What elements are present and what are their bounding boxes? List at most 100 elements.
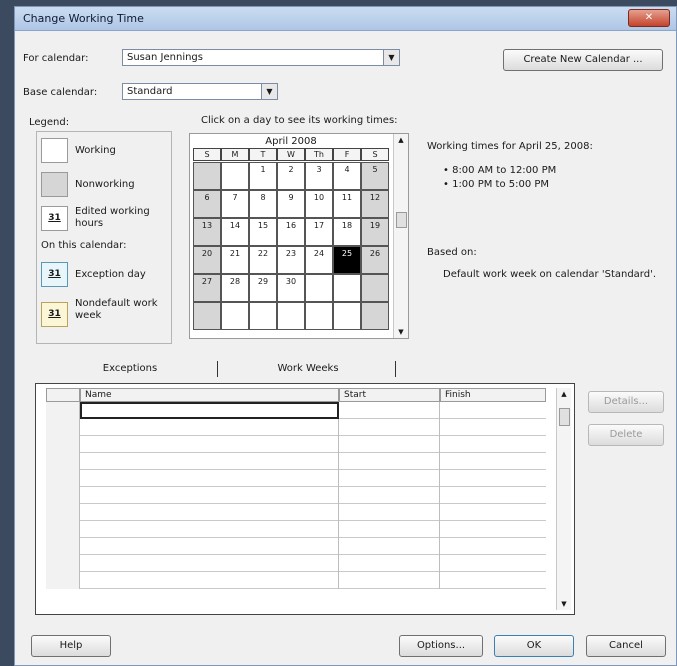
tab-exceptions[interactable]: Exceptions xyxy=(55,359,205,379)
column-header-finish[interactable]: Finish xyxy=(440,388,546,402)
table-cell[interactable] xyxy=(80,419,339,436)
for-calendar-combo[interactable]: Susan Jennings ▼ xyxy=(122,49,400,66)
delete-button[interactable]: Delete xyxy=(588,424,664,446)
details-button[interactable]: Details... xyxy=(588,391,664,413)
calendar-day[interactable]: 19 xyxy=(361,218,389,246)
column-header-name[interactable]: Name xyxy=(80,388,339,402)
table-cell[interactable] xyxy=(440,419,546,436)
table-row[interactable] xyxy=(46,402,546,419)
table-cell[interactable] xyxy=(80,470,339,487)
calendar-day[interactable]: 6 xyxy=(193,190,221,218)
table-row[interactable] xyxy=(46,470,546,487)
calendar-day[interactable]: 25 xyxy=(333,246,361,274)
column-header-start[interactable]: Start xyxy=(339,388,440,402)
calendar-day[interactable]: 20 xyxy=(193,246,221,274)
calendar-day[interactable]: 8 xyxy=(249,190,277,218)
table-row[interactable] xyxy=(46,436,546,453)
table-row[interactable] xyxy=(46,521,546,538)
calendar-day[interactable]: 22 xyxy=(249,246,277,274)
table-row[interactable] xyxy=(46,572,546,589)
options-button[interactable]: Options... xyxy=(399,635,483,657)
table-cell[interactable] xyxy=(440,453,546,470)
table-cell[interactable] xyxy=(339,572,440,589)
calendar-day[interactable]: 4 xyxy=(333,162,361,190)
calendar-day[interactable]: 23 xyxy=(277,246,305,274)
calendar-day[interactable]: 27 xyxy=(193,274,221,302)
calendar-day[interactable]: 26 xyxy=(361,246,389,274)
calendar-day[interactable]: 15 xyxy=(249,218,277,246)
table-cell[interactable] xyxy=(339,436,440,453)
calendar-day[interactable]: 17 xyxy=(305,218,333,246)
calendar-day[interactable]: 10 xyxy=(305,190,333,218)
chevron-down-icon[interactable]: ▼ xyxy=(261,84,277,99)
scroll-down-icon[interactable]: ▼ xyxy=(394,328,408,336)
calendar-day[interactable]: 7 xyxy=(221,190,249,218)
calendar-day[interactable]: 2 xyxy=(277,162,305,190)
calendar-day[interactable]: 9 xyxy=(277,190,305,218)
scroll-down-icon[interactable]: ▼ xyxy=(557,600,571,608)
calendar-day[interactable]: 12 xyxy=(361,190,389,218)
calendar-day[interactable]: 21 xyxy=(221,246,249,274)
table-row[interactable] xyxy=(46,538,546,555)
base-calendar-combo[interactable]: Standard ▼ xyxy=(122,83,278,100)
table-cell[interactable] xyxy=(440,487,546,504)
table-cell[interactable] xyxy=(339,419,440,436)
table-cell[interactable] xyxy=(339,487,440,504)
table-row[interactable] xyxy=(46,487,546,504)
table-cell[interactable] xyxy=(339,402,440,419)
calendar-day[interactable]: 29 xyxy=(249,274,277,302)
table-cell[interactable] xyxy=(339,470,440,487)
table-cell[interactable] xyxy=(440,555,546,572)
calendar-day[interactable]: 16 xyxy=(277,218,305,246)
grid-scrollbar[interactable]: ▲ ▼ xyxy=(556,388,571,610)
tab-work-weeks[interactable]: Work Weeks xyxy=(223,359,393,379)
calendar-day[interactable]: 5 xyxy=(361,162,389,190)
close-button[interactable]: ✕ xyxy=(628,9,670,27)
table-cell[interactable] xyxy=(440,402,546,419)
scroll-thumb[interactable] xyxy=(559,408,570,426)
create-new-calendar-button[interactable]: Create New Calendar ... xyxy=(503,49,663,71)
table-cell[interactable] xyxy=(339,555,440,572)
table-row[interactable] xyxy=(46,555,546,572)
calendar-day[interactable]: 1 xyxy=(249,162,277,190)
table-cell[interactable] xyxy=(440,436,546,453)
table-cell[interactable] xyxy=(80,402,339,419)
table-cell[interactable] xyxy=(80,521,339,538)
table-cell[interactable] xyxy=(80,453,339,470)
calendar-day[interactable]: 3 xyxy=(305,162,333,190)
scroll-thumb[interactable] xyxy=(396,212,407,228)
table-cell[interactable] xyxy=(80,555,339,572)
table-cell[interactable] xyxy=(440,572,546,589)
table-cell[interactable] xyxy=(80,572,339,589)
calendar-empty-cell xyxy=(361,274,389,302)
help-button[interactable]: Help xyxy=(31,635,111,657)
table-cell[interactable] xyxy=(80,538,339,555)
table-cell[interactable] xyxy=(440,538,546,555)
table-row[interactable] xyxy=(46,504,546,521)
calendar-scrollbar[interactable]: ▲ ▼ xyxy=(393,134,408,338)
table-cell[interactable] xyxy=(440,521,546,538)
chevron-down-icon[interactable]: ▼ xyxy=(383,50,399,65)
calendar-day[interactable]: 18 xyxy=(333,218,361,246)
calendar-day[interactable]: 30 xyxy=(277,274,305,302)
calendar-day[interactable]: 11 xyxy=(333,190,361,218)
ok-button[interactable]: OK xyxy=(494,635,574,657)
table-row[interactable] xyxy=(46,419,546,436)
calendar-day[interactable]: 13 xyxy=(193,218,221,246)
table-cell[interactable] xyxy=(440,504,546,521)
cancel-button[interactable]: Cancel xyxy=(586,635,666,657)
calendar-day[interactable]: 24 xyxy=(305,246,333,274)
calendar-day[interactable]: 28 xyxy=(221,274,249,302)
calendar-day[interactable]: 14 xyxy=(221,218,249,246)
table-cell[interactable] xyxy=(80,436,339,453)
table-row[interactable] xyxy=(46,453,546,470)
table-cell[interactable] xyxy=(80,504,339,521)
scroll-up-icon[interactable]: ▲ xyxy=(557,390,571,398)
table-cell[interactable] xyxy=(339,521,440,538)
table-cell[interactable] xyxy=(440,470,546,487)
table-cell[interactable] xyxy=(339,538,440,555)
scroll-up-icon[interactable]: ▲ xyxy=(394,136,408,144)
table-cell[interactable] xyxy=(339,504,440,521)
table-cell[interactable] xyxy=(339,453,440,470)
table-cell[interactable] xyxy=(80,487,339,504)
